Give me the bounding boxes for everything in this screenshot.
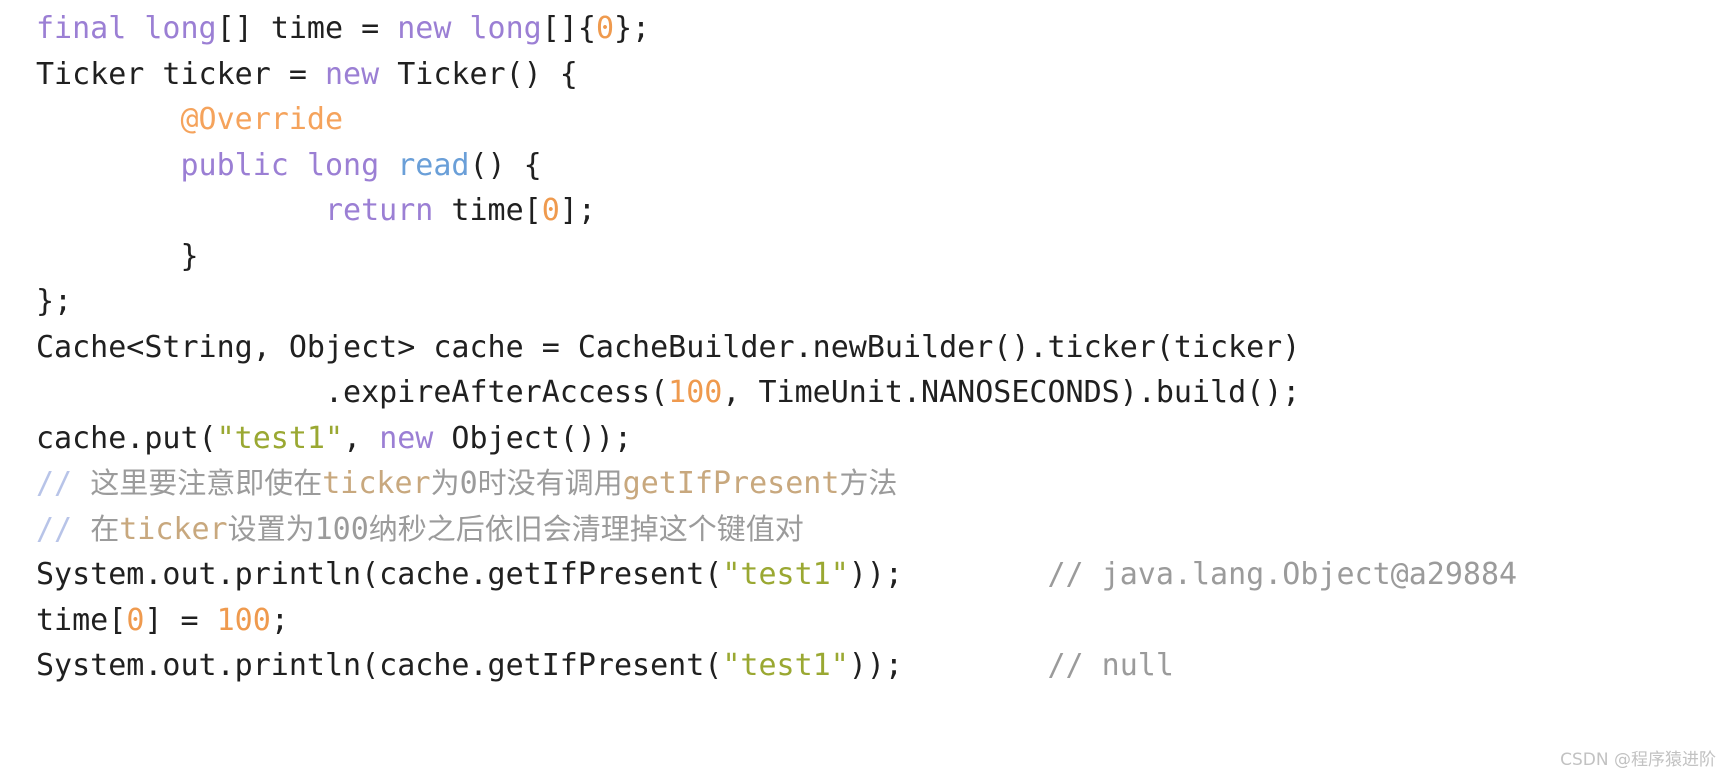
code-token-plain: ] =	[144, 602, 217, 638]
code-token-plain: , TimeUnit.NANOSECONDS).build();	[722, 375, 1301, 410]
code-line: return time[0];	[36, 188, 1728, 234]
code-token-plain: };	[36, 284, 73, 319]
code-token-string: "test1"	[722, 648, 849, 683]
code-token-plain: };	[614, 11, 651, 46]
code-token-keyword: return	[324, 193, 434, 228]
code-token-number: 0	[541, 193, 560, 228]
code-token-comment: 为	[430, 466, 460, 500]
code-token-comment-slash: //	[36, 511, 91, 547]
code-token-method: read	[397, 147, 470, 183]
code-line: cache.put("test1", new Object());	[36, 416, 1728, 462]
code-token-comment-code: getIfPresent	[622, 466, 840, 501]
code-line: @Override	[36, 97, 1728, 143]
code-token-string: "test1"	[722, 557, 849, 592]
code-token-plain: .expireAfterAccess(	[36, 375, 669, 410]
code-token-comment: // java.lang.Object@a29884	[1047, 557, 1518, 592]
code-line: time[0] = 100;	[36, 598, 1728, 644]
code-token-plain: ,	[343, 420, 380, 456]
code-token-number: 100	[668, 375, 723, 410]
code-token-keyword: new	[397, 11, 452, 46]
code-line: // 在ticker设置为100纳秒之后依旧会清理掉这个键值对	[36, 507, 1728, 553]
code-line: final long[] time = new long[]{0};	[36, 6, 1728, 52]
code-token-keyword: long	[469, 11, 542, 46]
code-token-plain: System.out.println(cache.getIfPresent(	[36, 557, 723, 592]
code-token-keyword: long	[144, 11, 217, 46]
code-line: };	[36, 279, 1728, 325]
watermark: CSDN @程序猿进阶	[1560, 750, 1716, 770]
code-token-plain: ;	[270, 602, 289, 638]
code-token-comment: 方法	[839, 466, 898, 500]
code-token-keyword: new	[379, 420, 434, 456]
code-token-plain: []	[216, 11, 271, 46]
code-token-string: "test1"	[216, 420, 344, 456]
code-token-plain: ];	[559, 193, 596, 228]
code-token-plain: time[	[433, 193, 542, 228]
code-token-plain: =	[343, 11, 398, 46]
code-token-number: 0	[126, 602, 145, 638]
code-token-keyword: long	[306, 147, 380, 183]
code-token-plain: []{	[541, 11, 596, 46]
code-token-plain: () {	[469, 147, 542, 183]
code-line: System.out.println(cache.getIfPresent("t…	[36, 552, 1728, 598]
code-token-number: 100	[216, 602, 271, 638]
code-token-plain: Cache<String, Object> cache = CacheBuild…	[36, 329, 1301, 365]
code-token-keyword: new	[324, 56, 380, 92]
code-token-comment-code: ticker	[119, 511, 228, 547]
code-token-number: 0	[595, 11, 614, 46]
code-line: Cache<String, Object> cache = CacheBuild…	[36, 325, 1728, 371]
code-token-plain: System.out.println(cache.getIfPresent(	[36, 648, 723, 683]
code-token-comment: 设置为	[227, 511, 315, 546]
code-token-plain: time[	[36, 602, 127, 638]
code-token-comment: 在	[90, 511, 120, 546]
code-token-comment-code: ticker	[322, 466, 431, 501]
code-token-plain: Ticker() {	[379, 56, 578, 92]
code-token-plain: cache.put(	[36, 420, 217, 456]
code-token-comment: 这里要注意即使在	[90, 466, 323, 500]
code-token-plain: Ticker ticker =	[36, 56, 325, 92]
code-token-comment: // null	[1047, 648, 1174, 683]
code-line: // 这里要注意即使在ticker为0时没有调用getIfPresent方法	[36, 461, 1728, 507]
code-token-comment-slash: //	[36, 466, 91, 501]
code-token-plain: time	[270, 11, 344, 46]
code-token-comment: 时没有调用	[477, 466, 623, 500]
code-token-plain: ));	[848, 557, 1048, 592]
code-token-comment: 100	[314, 511, 369, 547]
code-token-plain: ));	[848, 648, 1048, 683]
code-line: .expireAfterAccess(100, TimeUnit.NANOSEC…	[36, 370, 1728, 416]
code-token-plain: }	[36, 238, 199, 274]
code-token-keyword: public	[180, 147, 289, 183]
code-token-comment: 0	[459, 466, 478, 501]
code-token-plain: Object());	[433, 420, 633, 456]
code-token-keyword: final	[36, 11, 127, 46]
code-line: public long read() {	[36, 143, 1728, 189]
code-line: }	[36, 234, 1728, 280]
code-block[interactable]: final long[] time = new long[]{0}; Ticker…	[0, 0, 1728, 778]
code-token-annotation: @Override	[180, 102, 344, 137]
code-line: Ticker ticker = new Ticker() {	[36, 52, 1728, 98]
code-token-comment: 纳秒之后依旧会清理掉这个键值对	[368, 511, 804, 546]
code-line: System.out.println(cache.getIfPresent("t…	[36, 643, 1728, 689]
